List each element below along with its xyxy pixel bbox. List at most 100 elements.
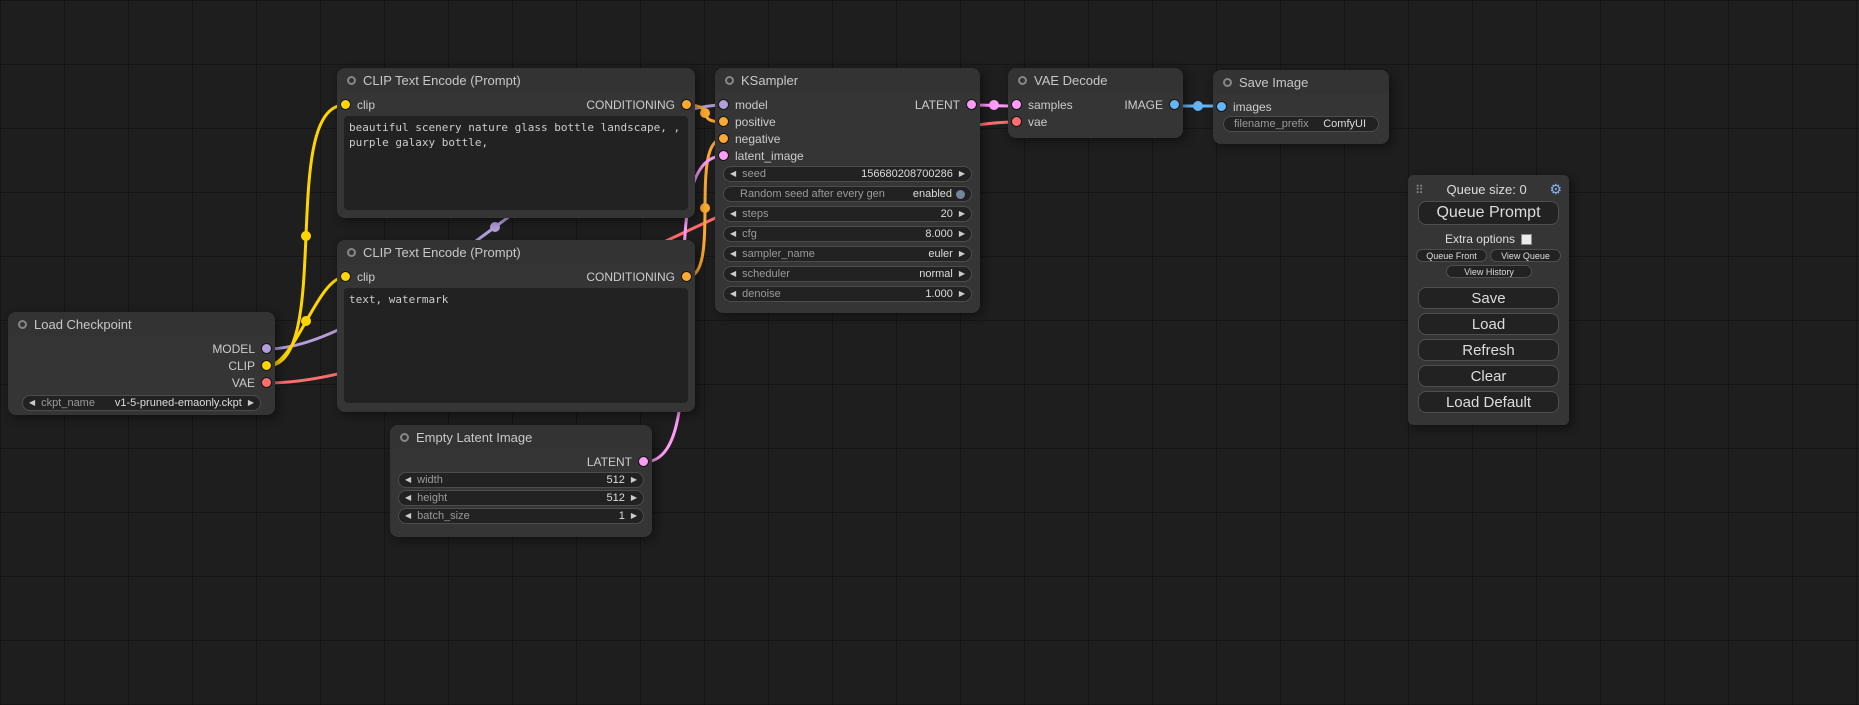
link-midpoint-dot[interactable] bbox=[301, 231, 311, 241]
decrement-arrow-icon[interactable]: ◀ bbox=[730, 290, 736, 298]
port-model-output[interactable] bbox=[261, 343, 272, 354]
decrement-arrow-icon[interactable]: ◀ bbox=[730, 170, 736, 178]
widget-ckpt-name[interactable]: ◀ ckpt_name v1-5-pruned-emaonly.ckpt ▶ bbox=[22, 395, 261, 411]
link-midpoint-dot[interactable] bbox=[700, 203, 710, 213]
link-midpoint-dot[interactable] bbox=[301, 316, 311, 326]
widget-filename-prefix[interactable]: filename_prefix ComfyUI bbox=[1223, 116, 1379, 132]
increment-arrow-icon[interactable]: ▶ bbox=[631, 494, 637, 502]
prompt-text-input[interactable]: text, watermark bbox=[344, 288, 688, 403]
widget-steps[interactable]: ◀ steps 20 ▶ bbox=[723, 206, 972, 222]
widget-seed[interactable]: ◀ seed 156680208700286 ▶ bbox=[723, 166, 972, 182]
node-vae-decode[interactable]: VAE Decode samples IMAGE vae bbox=[1008, 68, 1183, 138]
port-clip-input[interactable] bbox=[340, 99, 351, 110]
node-clip-text-encode-positive[interactable]: CLIP Text Encode (Prompt) clip CONDITION… bbox=[337, 68, 695, 218]
node-load-checkpoint[interactable]: Load Checkpoint MODEL CLIP VAE bbox=[8, 312, 275, 415]
widget-height[interactable]: ◀ height 512 ▶ bbox=[398, 490, 644, 506]
port-samples-input[interactable] bbox=[1011, 99, 1022, 110]
widget-value: 1.000 bbox=[925, 288, 953, 300]
load-default-button[interactable]: Load Default bbox=[1418, 391, 1559, 413]
drag-handle-icon[interactable]: ⠿ bbox=[1415, 183, 1424, 197]
increment-arrow-icon[interactable]: ▶ bbox=[959, 210, 965, 218]
node-title-bar[interactable]: CLIP Text Encode (Prompt) bbox=[337, 68, 695, 92]
increment-arrow-icon[interactable]: ▶ bbox=[959, 270, 965, 278]
view-queue-button[interactable]: View Queue bbox=[1490, 249, 1561, 262]
link-midpoint-dot[interactable] bbox=[989, 100, 999, 110]
port-positive-input[interactable] bbox=[718, 116, 729, 127]
node-title-bar[interactable]: VAE Decode bbox=[1008, 68, 1183, 92]
output-label: MODEL bbox=[212, 342, 255, 356]
port-clip-output[interactable] bbox=[261, 360, 272, 371]
queue-prompt-button[interactable]: Queue Prompt bbox=[1418, 201, 1559, 225]
extra-options-label: Extra options bbox=[1445, 232, 1515, 246]
toggle-dot-icon[interactable] bbox=[956, 190, 965, 199]
widget-cfg[interactable]: ◀ cfg 8.000 ▶ bbox=[723, 226, 972, 242]
port-latent-output[interactable] bbox=[638, 456, 649, 467]
view-history-button[interactable]: View History bbox=[1446, 265, 1532, 278]
port-image-output[interactable] bbox=[1169, 99, 1180, 110]
increment-arrow-icon[interactable]: ▶ bbox=[631, 512, 637, 520]
increment-arrow-icon[interactable]: ▶ bbox=[959, 170, 965, 178]
decrement-arrow-icon[interactable]: ◀ bbox=[730, 230, 736, 238]
collapse-dot-icon[interactable] bbox=[1223, 78, 1232, 87]
port-conditioning-output[interactable] bbox=[681, 99, 692, 110]
node-title-bar[interactable]: Save Image bbox=[1213, 70, 1389, 94]
increment-arrow-icon[interactable]: ▶ bbox=[959, 290, 965, 298]
decrement-arrow-icon[interactable]: ◀ bbox=[730, 270, 736, 278]
node-title-bar[interactable]: KSampler bbox=[715, 68, 980, 92]
widget-denoise[interactable]: ◀ denoise 1.000 ▶ bbox=[723, 286, 972, 302]
widget-scheduler[interactable]: ◀ scheduler normal ▶ bbox=[723, 266, 972, 282]
settings-gear-icon[interactable]: ⚙ bbox=[1549, 181, 1562, 198]
load-button[interactable]: Load bbox=[1418, 313, 1559, 335]
port-latent-image-input[interactable] bbox=[718, 150, 729, 161]
increment-arrow-icon[interactable]: ▶ bbox=[959, 250, 965, 258]
link-midpoint-dot[interactable] bbox=[700, 108, 710, 118]
node-empty-latent-image[interactable]: Empty Latent Image LATENT ◀ width 512 ▶ … bbox=[390, 425, 652, 537]
decrement-arrow-icon[interactable]: ◀ bbox=[405, 512, 411, 520]
widget-value: 20 bbox=[941, 208, 953, 220]
port-latent-output[interactable] bbox=[966, 99, 977, 110]
decrement-arrow-icon[interactable]: ◀ bbox=[730, 210, 736, 218]
link-midpoint-dot[interactable] bbox=[490, 222, 500, 232]
queue-front-button[interactable]: Queue Front bbox=[1416, 249, 1487, 262]
node-title-bar[interactable]: Empty Latent Image bbox=[390, 425, 652, 449]
node-clip-text-encode-negative[interactable]: CLIP Text Encode (Prompt) clip CONDITION… bbox=[337, 240, 695, 412]
collapse-dot-icon[interactable] bbox=[347, 248, 356, 257]
decrement-arrow-icon[interactable]: ◀ bbox=[730, 250, 736, 258]
increment-arrow-icon[interactable]: ▶ bbox=[631, 476, 637, 484]
node-title-bar[interactable]: Load Checkpoint bbox=[8, 312, 275, 336]
collapse-dot-icon[interactable] bbox=[1018, 76, 1027, 85]
node-ksampler[interactable]: KSampler model LATENT positive bbox=[715, 68, 980, 313]
decrement-arrow-icon[interactable]: ◀ bbox=[29, 399, 35, 407]
increment-arrow-icon[interactable]: ▶ bbox=[248, 399, 254, 407]
node-graph-canvas[interactable]: Load Checkpoint MODEL CLIP VAE bbox=[0, 0, 1859, 705]
widget-width[interactable]: ◀ width 512 ▶ bbox=[398, 472, 644, 488]
widget-random-seed[interactable]: Random seed after every gen enabled bbox=[723, 186, 972, 202]
extra-options-row: Extra options bbox=[1408, 232, 1569, 246]
save-button[interactable]: Save bbox=[1418, 287, 1559, 309]
prompt-text-input[interactable]: beautiful scenery nature glass bottle la… bbox=[344, 116, 688, 210]
port-conditioning-output[interactable] bbox=[681, 271, 692, 282]
extra-options-checkbox[interactable] bbox=[1521, 234, 1532, 245]
node-title-bar[interactable]: CLIP Text Encode (Prompt) bbox=[337, 240, 695, 264]
increment-arrow-icon[interactable]: ▶ bbox=[959, 230, 965, 238]
collapse-dot-icon[interactable] bbox=[347, 76, 356, 85]
collapse-dot-icon[interactable] bbox=[400, 433, 409, 442]
port-model-input[interactable] bbox=[718, 99, 729, 110]
refresh-button[interactable]: Refresh bbox=[1418, 339, 1559, 361]
widget-sampler-name[interactable]: ◀ sampler_name euler ▶ bbox=[723, 246, 972, 262]
collapse-dot-icon[interactable] bbox=[18, 320, 27, 329]
port-vae-input[interactable] bbox=[1011, 116, 1022, 127]
port-images-input[interactable] bbox=[1216, 101, 1227, 112]
decrement-arrow-icon[interactable]: ◀ bbox=[405, 494, 411, 502]
widget-label: height bbox=[417, 492, 447, 504]
decrement-arrow-icon[interactable]: ◀ bbox=[405, 476, 411, 484]
widget-batch-size[interactable]: ◀ batch_size 1 ▶ bbox=[398, 508, 644, 524]
widget-label: scheduler bbox=[742, 268, 790, 280]
port-clip-input[interactable] bbox=[340, 271, 351, 282]
clear-button[interactable]: Clear bbox=[1418, 365, 1559, 387]
node-save-image[interactable]: Save Image images filename_prefix ComfyU… bbox=[1213, 70, 1389, 144]
port-negative-input[interactable] bbox=[718, 133, 729, 144]
port-vae-output[interactable] bbox=[261, 377, 272, 388]
link-midpoint-dot[interactable] bbox=[1193, 101, 1203, 111]
collapse-dot-icon[interactable] bbox=[725, 76, 734, 85]
